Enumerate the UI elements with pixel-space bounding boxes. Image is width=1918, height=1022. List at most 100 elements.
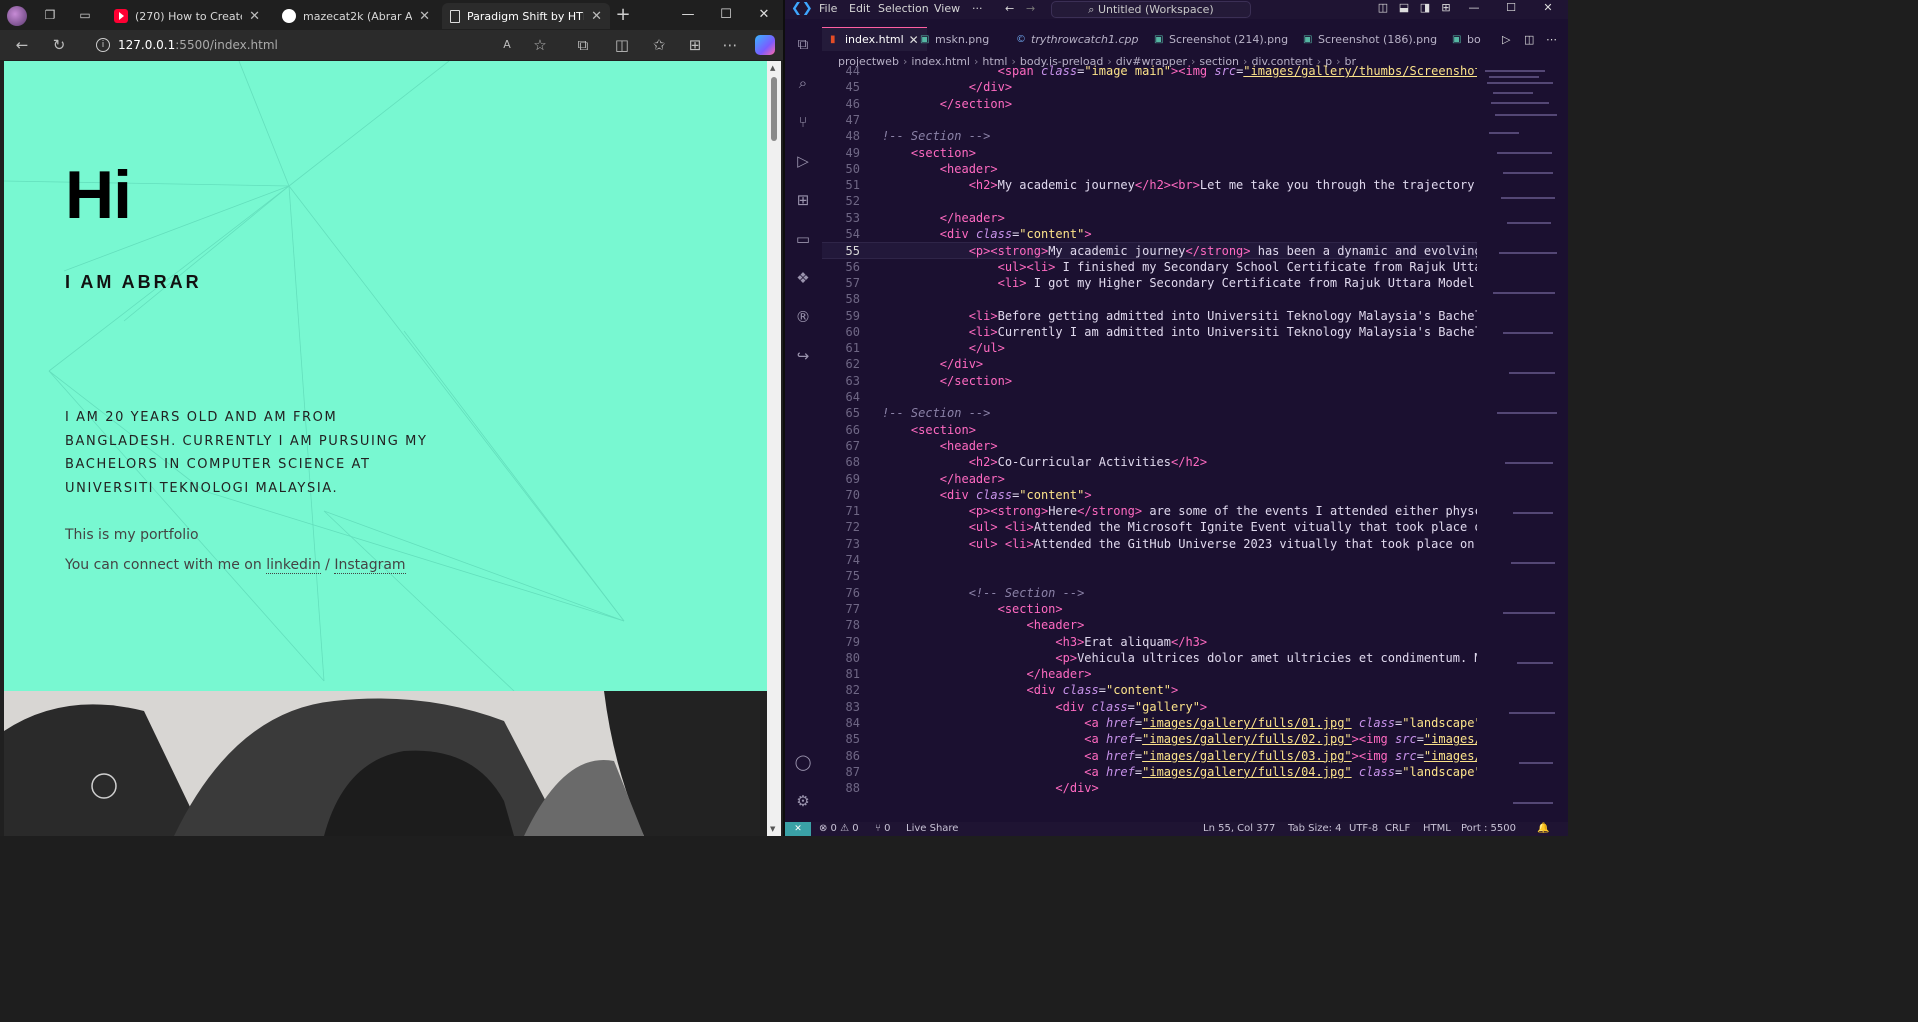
favorites-icon[interactable]: ✩	[650, 36, 668, 54]
tab-trythrowcatch1-cpp[interactable]: © trythrowcatch1.cpp	[1008, 27, 1147, 51]
copilot-icon[interactable]	[755, 35, 775, 55]
instagram-link[interactable]: Instagram	[334, 557, 406, 574]
explorer-icon[interactable]: ⧉	[793, 34, 813, 54]
nav-forward-icon[interactable]: →	[1026, 2, 1035, 15]
tab-actions-icon[interactable]: ▭	[77, 7, 93, 23]
window-close-icon[interactable]: ✕	[1538, 1, 1558, 14]
tab-screenshot-186[interactable]: ▣ Screenshot (186).png	[1295, 27, 1445, 51]
extensions-icon[interactable]: ⊞	[793, 190, 813, 210]
tab-index-html[interactable]: ▮ index.html ✕	[822, 27, 927, 51]
command-center[interactable]: ⌕ Untitled (Workspace)	[1051, 1, 1251, 18]
customize-layout-icon[interactable]: ⊞	[1436, 1, 1456, 14]
refresh-icon[interactable]: ↻	[50, 36, 68, 54]
run-debug-icon[interactable]: ▷	[793, 151, 813, 171]
scroll-down-icon[interactable]: ▼	[770, 825, 778, 833]
code-line: 75	[845, 569, 860, 584]
tab-mskn-png[interactable]: ▣ mskn.png	[912, 27, 997, 51]
image-icon: ▣	[1452, 33, 1462, 45]
command-center-label: Untitled (Workspace)	[1097, 3, 1214, 16]
linkedin-link[interactable]: linkedin	[266, 557, 321, 574]
menu-edit[interactable]: Edit	[849, 2, 870, 15]
account-icon[interactable]: ◯	[793, 752, 813, 772]
browser-tab-github[interactable]: mazecat2k (Abrar Al Rashi ✕	[274, 3, 438, 29]
tab-size[interactable]: Tab Size: 4	[1288, 823, 1342, 835]
code-line: 61 </ul>	[845, 341, 1005, 356]
url-field[interactable]: i 127.0.0.1:5500/index.html	[88, 34, 564, 56]
encoding[interactable]: UTF-8	[1349, 823, 1378, 835]
close-icon[interactable]: ✕	[419, 9, 430, 24]
menu-more[interactable]: ···	[972, 2, 983, 15]
code-line: 72 <ul> <li>Attended the Microsoft Ignit…	[845, 520, 1477, 535]
menu-file[interactable]: File	[819, 2, 837, 15]
editor-scrollbar[interactable]	[1558, 62, 1568, 822]
more-actions-icon[interactable]: ⋯	[1538, 27, 1565, 51]
code-line: 82 <div class="content">	[845, 683, 1179, 698]
end-of-line[interactable]: CRLF	[1385, 823, 1410, 835]
code-line: 54 <div class="content">	[845, 227, 1092, 241]
back-icon[interactable]: ←	[13, 36, 31, 54]
code-line: 46 </section>	[845, 96, 1013, 111]
close-icon[interactable]: ✕	[249, 9, 260, 24]
live-share-icon[interactable]: ↪	[793, 346, 813, 366]
banner-photo	[4, 691, 767, 836]
collections-icon[interactable]: ⊞	[686, 36, 704, 54]
language-mode[interactable]: HTML	[1423, 823, 1451, 835]
favorite-star-icon[interactable]: ☆	[531, 36, 549, 54]
notifications-icon[interactable]: 🔔	[1537, 823, 1549, 835]
tab-title: Paradigm Shift by HTML5 U	[467, 9, 584, 23]
cpp-icon: ©	[1016, 33, 1026, 45]
minimap[interactable]	[1483, 62, 1558, 822]
connect-prefix: You can connect with me on	[65, 557, 262, 573]
read-aloud-icon[interactable]: A	[498, 36, 516, 54]
python-icon[interactable]: ❖	[793, 268, 813, 288]
code-editor[interactable]: 44 <span class="image main"><img src="im…	[822, 62, 1477, 822]
tab-overflow[interactable]: ▣ bo	[1444, 27, 1489, 51]
profile-avatar[interactable]	[7, 6, 27, 26]
close-icon[interactable]: ✕	[591, 9, 602, 24]
minimize-icon[interactable]: —	[1464, 1, 1484, 14]
ports-count[interactable]: ⑂ 0	[875, 823, 891, 835]
code-line: 85 <a href="images/gallery/fulls/02.jpg"…	[845, 732, 1477, 747]
live-server-port[interactable]: Port : 5500	[1461, 823, 1516, 835]
run-icon[interactable]: ▷	[1494, 27, 1518, 51]
status-bar: ✕ ⊗ 0 ⚠ 0 ⑂ 0 Live Share Ln 55, Col 377 …	[785, 822, 1568, 836]
more-icon[interactable]: ⋯	[721, 36, 739, 54]
site-info-icon[interactable]: i	[96, 38, 110, 52]
r-language-icon[interactable]: ®	[793, 307, 813, 327]
live-share-button[interactable]: Live Share	[906, 823, 958, 835]
extensions-icon[interactable]: ⧉	[574, 36, 592, 54]
maximize-icon[interactable]: ☐	[706, 2, 746, 28]
vscode-title-bar: ❮❯ File Edit Selection View ··· ← → ⌕ Un…	[785, 0, 1568, 19]
toggle-sidebar-icon[interactable]: ◫	[1373, 1, 1393, 14]
browser-tab-strip: ❐ ▭ (270) How to Create & Ho ✕ mazecat2k…	[0, 0, 783, 30]
scrollbar-thumb[interactable]	[771, 77, 777, 141]
page-scrollbar[interactable]: ▲ ▼	[767, 61, 781, 836]
source-control-icon[interactable]: ⑂	[793, 112, 813, 132]
browser-tab-active[interactable]: Paradigm Shift by HTML5 U ✕	[442, 3, 610, 29]
window-close-icon[interactable]: ✕	[744, 2, 784, 28]
remote-indicator-icon[interactable]: ✕	[785, 822, 811, 836]
remote-explorer-icon[interactable]: ▭	[793, 229, 813, 249]
menu-view[interactable]: View	[934, 2, 960, 15]
workspaces-icon[interactable]: ❐	[42, 7, 58, 23]
search-icon[interactable]: ⌕	[793, 73, 813, 93]
toggle-panel-icon[interactable]: ⬓	[1394, 1, 1414, 14]
code-line-current: 55 <p><strong>My academic journey</stron…	[822, 242, 1477, 259]
tab-screenshot-214[interactable]: ▣ Screenshot (214).png	[1146, 27, 1296, 51]
desktop: ❐ ▭ (270) How to Create & Ho ✕ mazecat2k…	[0, 0, 1568, 836]
cursor-position[interactable]: Ln 55, Col 377	[1203, 823, 1275, 835]
code-line: 88 </div>	[845, 781, 1099, 796]
problems-count[interactable]: ⊗ 0 ⚠ 0	[819, 823, 859, 835]
toggle-secondary-sidebar-icon[interactable]: ◨	[1415, 1, 1435, 14]
split-screen-icon[interactable]: ◫	[613, 36, 631, 54]
settings-gear-icon[interactable]: ⚙	[793, 791, 813, 811]
new-tab-icon[interactable]: +	[615, 6, 631, 24]
scroll-up-icon[interactable]: ▲	[770, 64, 778, 72]
menu-selection[interactable]: Selection	[878, 2, 929, 15]
code-line: 64	[845, 390, 860, 404]
maximize-icon[interactable]: ☐	[1501, 1, 1521, 14]
nav-back-icon[interactable]: ←	[1005, 2, 1014, 15]
browser-tab-youtube[interactable]: (270) How to Create & Ho ✕	[106, 3, 268, 29]
tab-label: trythrowcatch1.cpp	[1031, 32, 1139, 46]
minimize-icon[interactable]: —	[668, 2, 708, 28]
